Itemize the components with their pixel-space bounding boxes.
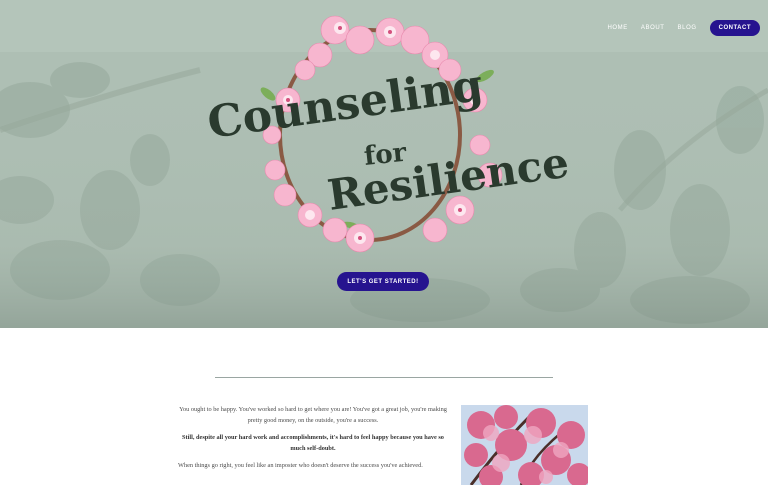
contact-button[interactable]: CONTACT: [709, 20, 760, 36]
intro-paragraph-2: Still, despite all your hard work and ac…: [182, 434, 444, 452]
get-started-button[interactable]: LET'S GET STARTED!: [337, 272, 429, 291]
main-nav: HOME ABOUT BLOG CONTACT: [607, 20, 760, 36]
intro-paragraph-3: When things go right, you feel like an i…: [178, 462, 423, 469]
section-divider: [215, 377, 553, 378]
hero-section: Counseling for Resilience HOME ABOUT BLO…: [0, 0, 768, 328]
cherry-blossom-tree-photo: [461, 405, 588, 485]
nav-home-link[interactable]: HOME: [607, 25, 627, 31]
nav-about-link[interactable]: ABOUT: [641, 25, 665, 31]
intro-text: You ought to be happy. You've worked so …: [178, 405, 448, 479]
nav-blog-link[interactable]: BLOG: [678, 25, 697, 31]
logo-title-counseling: Counseling: [204, 60, 486, 149]
intro-paragraph-1: You ought to be happy. You've worked so …: [179, 406, 447, 424]
counseling-for-resilience-logo: Counseling for Resilience: [204, 15, 570, 253]
